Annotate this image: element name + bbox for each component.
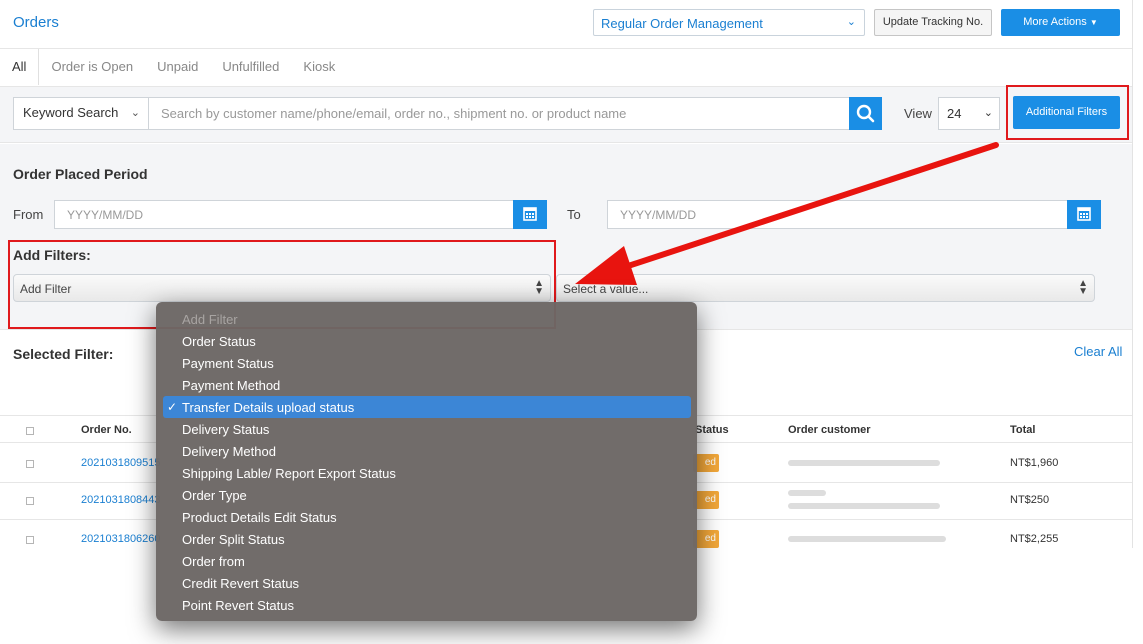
menu-item-transfer-details[interactable]: Transfer Details upload status [182, 400, 354, 415]
checkmark-icon: ✓ [167, 400, 178, 414]
menu-item-delivery-method[interactable]: Delivery Method [182, 444, 276, 459]
menu-item-shipping-label-status[interactable]: Shipping Lable/ Report Export Status [182, 466, 396, 481]
menu-item-delivery-status[interactable]: Delivery Status [182, 422, 269, 437]
menu-item-product-details-edit[interactable]: Product Details Edit Status [182, 510, 337, 525]
menu-item-order-from[interactable]: Order from [182, 554, 245, 569]
filter-dropdown-menu: ✓ Add Filter Order Status Payment Status… [156, 302, 697, 621]
menu-item-order-split[interactable]: Order Split Status [182, 532, 285, 547]
menu-item-point-revert[interactable]: Point Revert Status [182, 598, 294, 613]
menu-item-order-type[interactable]: Order Type [182, 488, 247, 503]
menu-item-placeholder: Add Filter [182, 312, 238, 327]
menu-item-credit-revert[interactable]: Credit Revert Status [182, 576, 299, 591]
menu-item-payment-method[interactable]: Payment Method [182, 378, 280, 393]
screenshot-stage: Orders Regular Order Management ⌄ Update… [0, 0, 1143, 644]
menu-item-payment-status[interactable]: Payment Status [182, 356, 274, 371]
menu-item-order-status[interactable]: Order Status [182, 334, 256, 349]
